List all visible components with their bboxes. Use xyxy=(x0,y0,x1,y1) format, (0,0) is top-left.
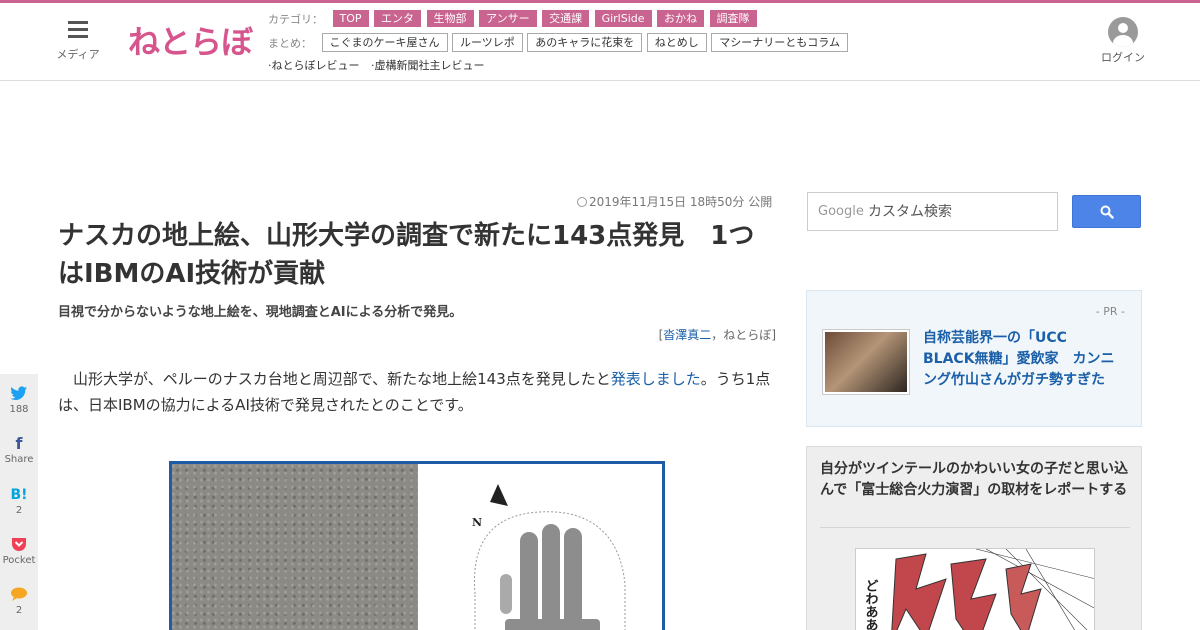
facebook-share[interactable]: f Share xyxy=(0,434,38,466)
category-link[interactable]: TOP xyxy=(332,10,369,27)
matome-link[interactable]: ねとめし xyxy=(646,33,707,52)
manga-thumbnail[interactable]: どわああ xyxy=(855,548,1095,630)
comment-icon xyxy=(10,587,28,603)
byline: [沓澤真二，ねとらぼ] xyxy=(500,326,776,343)
category-link[interactable]: 生物部 xyxy=(426,10,474,27)
matome-link[interactable]: マシーナリーともコラム xyxy=(711,33,848,52)
publish-date-text: 2019年11月15日 18時50分 公開 xyxy=(589,195,773,209)
category-link[interactable]: おかね xyxy=(657,10,705,27)
matome-link[interactable]: ルーツレポ xyxy=(452,33,523,52)
share-count: 2 xyxy=(15,505,23,516)
search-button[interactable] xyxy=(1072,195,1141,228)
login-label: ログイン xyxy=(1101,51,1145,64)
share-count: Share xyxy=(4,454,34,465)
category-header: カテゴリ： xyxy=(268,12,323,26)
press-release-link[interactable]: 発表しました xyxy=(611,370,701,388)
feature-link[interactable]: 自分がツインテールのかわいい女の子だと思い込んで「富士総合火力演習」の取材をレポ… xyxy=(820,459,1132,501)
facebook-icon: f xyxy=(15,434,23,453)
review-link[interactable]: ·ねとらぼレビュー xyxy=(268,57,360,73)
login-button[interactable]: ログイン xyxy=(1096,17,1150,65)
search-icon xyxy=(1100,205,1114,219)
hatena-icon: B! xyxy=(10,487,28,503)
site-header: メディア ねとらぼ カテゴリ： TOP エンタ 生物部 アンサー 交通課 Gir… xyxy=(0,3,1200,81)
publish-date: 2019年11月15日 18時50分 公開 xyxy=(577,193,772,210)
feature-box: 自分がツインテールのかわいい女の子だと思い込んで「富士総合火力演習」の取材をレポ… xyxy=(806,446,1142,630)
google-logo: Google xyxy=(818,204,864,219)
aerial-photo xyxy=(172,464,418,630)
matome-link[interactable]: こぐまのケーキ屋さん xyxy=(321,33,448,52)
article-body: 山形大学が、ペルーのナスカ台地と周辺部で、新たな地上絵143点を発見したと発表し… xyxy=(58,366,776,418)
matome-nav: まとめ： こぐまのケーキ屋さん ルーツレポ あのキャラに花束を ねとめし マシー… xyxy=(268,33,849,52)
search-input[interactable] xyxy=(868,202,1053,222)
article-title: ナスカの地上絵、山形大学の調査で新たに143点発見 1つはIBMのAI技術が貢献 xyxy=(58,221,755,289)
pr-link[interactable]: 自称芸能界一の「UCC BLACK無糖」愛飲家 カンニング竹山さんがガチ勢すぎた xyxy=(923,328,1123,391)
byline-bracket: ] xyxy=(771,328,776,342)
pr-thumbnail[interactable] xyxy=(823,330,909,394)
menu-label: メディア xyxy=(56,48,100,61)
category-link[interactable]: 調査隊 xyxy=(709,10,757,27)
svg-text:N: N xyxy=(472,516,482,529)
matome-header: まとめ： xyxy=(268,36,312,50)
site-logo[interactable]: ねとらぼ xyxy=(128,17,253,63)
share-count: Pocket xyxy=(2,555,36,566)
source-name: ねとらぼ xyxy=(723,328,772,342)
body-text: 山形大学が、ペルーのナスカ台地と周辺部で、新たな地上絵143点を発見したと xyxy=(58,370,611,388)
divider xyxy=(820,527,1130,528)
clock-icon xyxy=(577,197,587,207)
hamburger-icon xyxy=(68,21,88,39)
manga-text: どわああ xyxy=(863,579,879,630)
category-link[interactable]: GirlSide xyxy=(594,10,652,27)
share-count: 2 xyxy=(15,605,23,616)
author-link[interactable]: 沓澤真二 xyxy=(663,328,711,342)
pocket-icon xyxy=(10,537,28,553)
share-count: 188 xyxy=(9,404,29,415)
article-subtitle: 目視で分からないような地上絵を、現地調査とAIによる分析で発見。 xyxy=(58,305,463,320)
pr-tag: - PR - xyxy=(1095,305,1125,318)
category-link[interactable]: 交通課 xyxy=(542,10,590,27)
review-nav: ·ねとらぼレビュー ·虚構新聞社主レビュー xyxy=(268,57,493,73)
geoglyph-drawing: N xyxy=(472,484,626,630)
pocket-share[interactable]: Pocket xyxy=(0,537,38,566)
share-sidebar: 188 f Share B! 2 Pocket 2 xyxy=(0,374,38,630)
category-link[interactable]: アンサー xyxy=(479,10,537,27)
category-link[interactable]: エンタ xyxy=(374,10,422,27)
article-figure[interactable]: N xyxy=(169,461,665,630)
pr-box[interactable]: - PR - 自称芸能界一の「UCC BLACK無糖」愛飲家 カンニング竹山さん… xyxy=(806,290,1142,427)
avatar-icon xyxy=(1108,17,1138,47)
matome-link[interactable]: あのキャラに花束を xyxy=(527,33,643,52)
menu-button[interactable]: メディア xyxy=(50,21,106,62)
custom-search-box: Google xyxy=(807,192,1058,231)
twitter-icon xyxy=(10,386,28,402)
category-nav: カテゴリ： TOP エンタ 生物部 アンサー 交通課 GirlSide おかね … xyxy=(268,10,759,27)
byline-separator: ， xyxy=(711,328,724,342)
hatena-share[interactable]: B! 2 xyxy=(0,487,38,516)
manga-art: どわああ xyxy=(856,549,1094,630)
twitter-share[interactable]: 188 xyxy=(0,386,38,415)
comment-share[interactable]: 2 xyxy=(0,587,38,616)
review-link[interactable]: ·虚構新聞社主レビュー xyxy=(371,57,485,73)
